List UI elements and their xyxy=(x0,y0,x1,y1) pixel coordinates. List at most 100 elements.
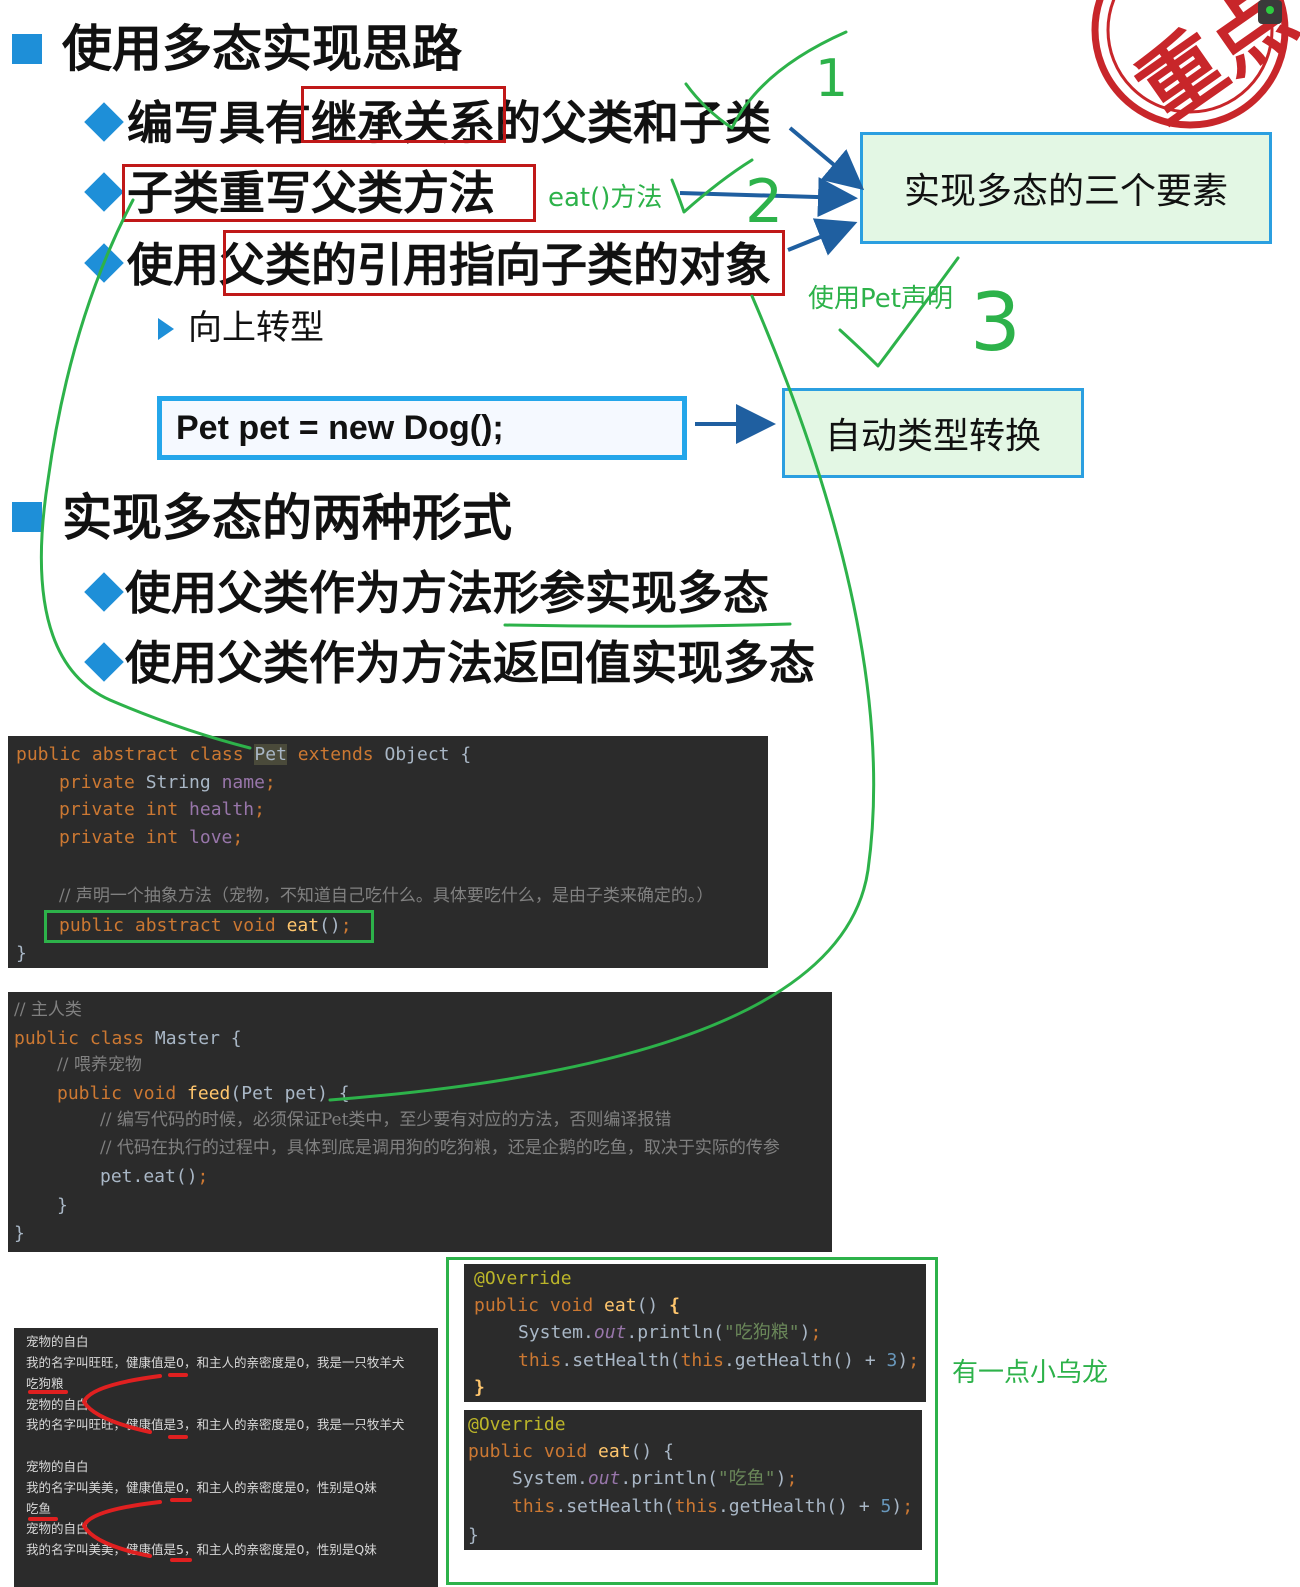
code-semicolon: ; xyxy=(264,772,276,793)
code-method: feed xyxy=(187,1083,231,1104)
code-close-brace: } xyxy=(14,1223,25,1244)
code-string: "吃狗粮" xyxy=(723,1322,800,1343)
code-comment: // 声明一个抽象方法（宠物，不知道自己吃什么。具体要吃什么，是由子类来确定的。… xyxy=(59,886,714,906)
bullet-return-polymorphism: 使用父类作为方法返回值实现多态 xyxy=(125,636,815,690)
highlight-inheritance xyxy=(301,86,506,143)
code-semicolon: ; xyxy=(254,799,265,820)
code-keyword: private xyxy=(59,772,146,793)
handwritten-number: 2 xyxy=(745,167,783,237)
code-class-name: Pet xyxy=(254,744,287,765)
console-line: 宠物的自白 xyxy=(26,1397,89,1412)
code-text: .getHealth() + xyxy=(717,1496,881,1517)
highlight-override xyxy=(122,164,536,222)
code-comment: // 喂养宠物 xyxy=(57,1055,142,1075)
code-comment: // 主人类 xyxy=(14,1000,82,1020)
code-keyword: this xyxy=(680,1350,724,1371)
stamp-icon: 重点 xyxy=(1091,0,1300,141)
code-semicolon: ; xyxy=(908,1350,920,1371)
code-text: .println( xyxy=(626,1322,724,1343)
callout-auto-cast: 自动类型转换 xyxy=(782,388,1084,478)
code-text: ) xyxy=(799,1322,811,1343)
code-text: (Pet pet) { xyxy=(230,1083,350,1104)
code-semicolon: ; xyxy=(810,1322,822,1343)
code-comment: // 代码在执行的过程中，具体到底是调用狗的吃狗粮，还是企鹅的吃鱼，取决于实际的… xyxy=(100,1138,780,1158)
code-text: System. xyxy=(518,1322,594,1343)
sub-bullet-arrow xyxy=(158,318,174,340)
arrow-icon xyxy=(679,177,858,218)
code-keyword: public void xyxy=(474,1295,605,1316)
code-method: eat xyxy=(604,1295,637,1316)
note-use-pet: 使用Pet声明 xyxy=(808,284,953,314)
code-field: out xyxy=(587,1468,621,1489)
highlight-abstract-eat xyxy=(44,910,374,943)
code-text: () { xyxy=(630,1441,674,1462)
code-text: ) xyxy=(897,1350,909,1371)
console-line: 我的名字叫旺旺，健康值是0，和主人的亲密度是0，我是一只牧羊犬 xyxy=(26,1355,405,1370)
section1-bullet-square xyxy=(12,34,42,64)
code-number: 5 xyxy=(880,1496,892,1517)
console-line: 我的名字叫美美，健康值是5，和主人的亲密度是0，性别是Q妹 xyxy=(26,1542,377,1557)
code-text: ) xyxy=(891,1496,903,1517)
console-line: 宠物的自白 xyxy=(26,1459,89,1474)
code-type: String xyxy=(145,772,222,793)
console-line: 我的名字叫旺旺，健康值是3，和主人的亲密度是0，我是一只牧羊犬 xyxy=(26,1417,405,1432)
stamp-text: 重点 xyxy=(1119,0,1300,141)
code-text: pet.eat() xyxy=(100,1166,198,1187)
code-field: name xyxy=(221,772,265,793)
code-keyword: public abstract class xyxy=(16,744,255,765)
code-field: health xyxy=(189,799,255,820)
code-keyword: public class xyxy=(14,1028,155,1049)
bullet-diamond-2 xyxy=(84,172,124,212)
mic-icon xyxy=(1258,0,1282,24)
handwritten-number: 1 xyxy=(815,49,848,109)
code-annotation: @Override xyxy=(474,1268,572,1289)
arrow-icon xyxy=(788,126,865,191)
code-field: out xyxy=(593,1322,627,1343)
code-number: 3 xyxy=(886,1350,898,1371)
code-string: "吃鱼" xyxy=(717,1468,776,1489)
highlight-parent-reference xyxy=(223,230,785,296)
code-close-brace: } xyxy=(474,1377,485,1398)
code-text: Object { xyxy=(384,744,472,765)
code-keyword: extends xyxy=(286,744,385,765)
code-keyword: this xyxy=(518,1350,562,1371)
code-keyword: this xyxy=(512,1496,556,1517)
sub-bullet-upcast: 向上转型 xyxy=(188,308,324,348)
bullet-diamond-5 xyxy=(84,642,124,682)
section1-title: 使用多态实现思路 xyxy=(62,20,462,78)
code-text: .setHealth( xyxy=(555,1496,675,1517)
note-oolong: 有一点小乌龙 xyxy=(952,1358,1109,1388)
code-panel-master: // 主人类 public class Master { // 喂养宠物 pub… xyxy=(8,992,832,1252)
handwritten-number: 3 xyxy=(970,276,1021,369)
code-open-brace: { xyxy=(669,1295,680,1316)
code-panel-penguin-eat: @Override public void eat() { System.out… xyxy=(464,1410,922,1550)
console-line: 宠物的自白 xyxy=(26,1521,89,1536)
code-text: .setHealth( xyxy=(561,1350,681,1371)
code-comment: // 编写代码的时候，必须保证Pet类中，至少要有对应的方法，否则编译报错 xyxy=(100,1110,672,1130)
console-output: 宠物的自白 我的名字叫旺旺，健康值是0，和主人的亲密度是0，我是一只牧羊犬 吃狗… xyxy=(14,1328,438,1587)
console-line: 宠物的自白 xyxy=(26,1334,89,1349)
code-text: () xyxy=(636,1295,670,1316)
code-text: System. xyxy=(512,1468,588,1489)
section2-title: 实现多态的两种形式 xyxy=(62,489,512,547)
note-eat-method: eat()方法 xyxy=(548,183,663,213)
code-text: Master { xyxy=(154,1028,242,1049)
code-text: ) xyxy=(775,1468,787,1489)
section2-bullet-square xyxy=(12,502,42,532)
callout-three-elements: 实现多态的三个要素 xyxy=(860,132,1272,244)
code-method: eat xyxy=(598,1441,631,1462)
bullet-diamond-4 xyxy=(84,572,124,612)
code-close-brace: } xyxy=(57,1195,68,1216)
code-panel-dog-eat: @Override public void eat() { System.out… xyxy=(464,1264,926,1402)
code-close-brace: } xyxy=(16,943,27,964)
code-semicolon: ; xyxy=(197,1166,209,1187)
code-keyword: private int xyxy=(59,799,190,820)
code-keyword: public void xyxy=(468,1441,599,1462)
code-annotation: @Override xyxy=(468,1414,566,1435)
code-field: love xyxy=(189,827,233,848)
arrow-icon xyxy=(787,218,858,256)
code-semicolon: ; xyxy=(232,827,244,848)
code-keyword: private int xyxy=(59,827,190,848)
code-keyword: this xyxy=(674,1496,718,1517)
bullet-diamond-3 xyxy=(84,243,124,283)
